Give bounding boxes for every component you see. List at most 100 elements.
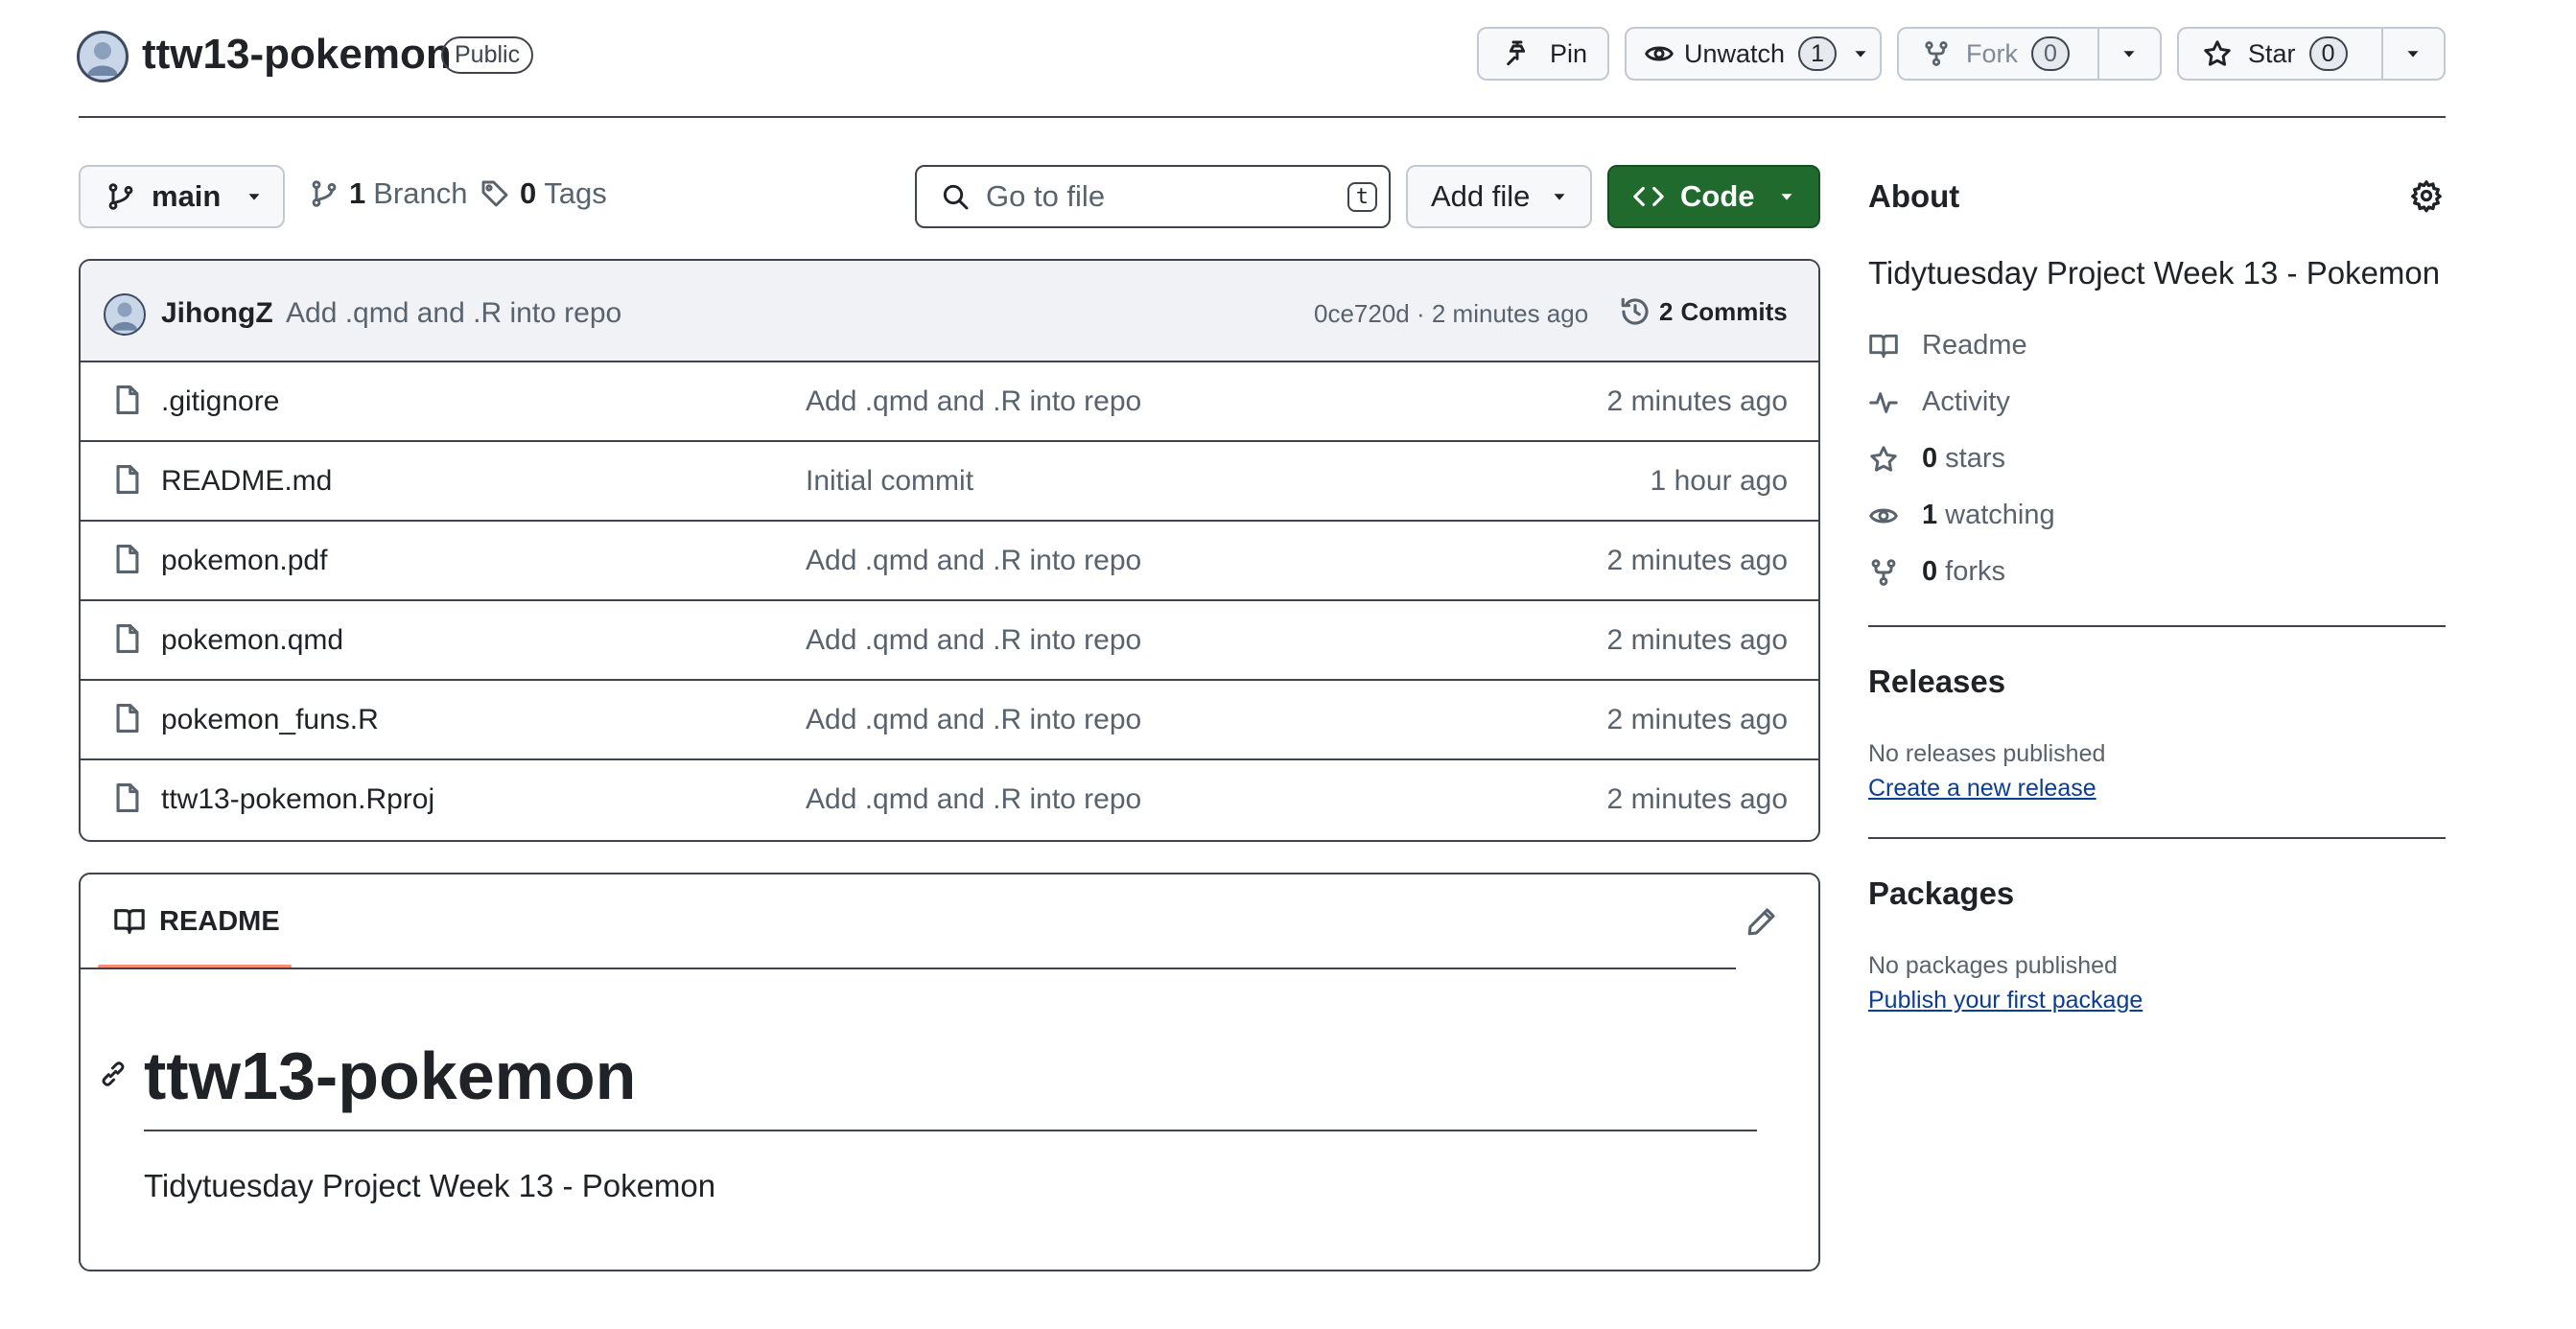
watching-label: watching	[1945, 500, 2055, 530]
chevron-down-icon	[2407, 51, 2419, 58]
branches-link[interactable]: 1 Branch	[309, 176, 467, 211]
file-commit-message[interactable]: Add .qmd and .R into repo	[806, 783, 1141, 816]
file-commit-time: 2 minutes ago	[1606, 783, 1788, 815]
file-icon	[116, 623, 139, 654]
owner-avatar[interactable]	[77, 31, 129, 82]
file-commit-time: 1 hour ago	[1650, 465, 1788, 497]
file-commit-message[interactable]: Add .qmd and .R into repo	[806, 704, 1141, 736]
commit-message[interactable]: Add .qmd and .R into repo	[286, 297, 621, 330]
file-commit-time: 2 minutes ago	[1606, 545, 1788, 576]
star-button-group: Star 0	[2177, 27, 2446, 81]
create-release-link[interactable]: Create a new release	[1868, 775, 2096, 803]
file-name[interactable]: pokemon.pdf	[161, 545, 327, 577]
packages-heading[interactable]: Packages	[1868, 875, 2014, 912]
tags-link[interactable]: 0 Tags	[480, 176, 607, 211]
activity-link-label: Activity	[1922, 386, 2010, 417]
readme-body: Tidytuesday Project Week 13 - Pokemon	[144, 1168, 716, 1203]
commit-author[interactable]: JihongZ	[161, 297, 273, 330]
file-commit-message[interactable]: Add .qmd and .R into repo	[806, 545, 1141, 577]
file-name[interactable]: pokemon.qmd	[161, 624, 343, 657]
commit-hash-time[interactable]: 0ce720d · 2 minutes ago	[1314, 299, 1588, 329]
forks-link[interactable]: 0 forks	[1868, 556, 2005, 588]
file-row[interactable]: pokemon.pdf Add .qmd and .R into repo 2 …	[81, 522, 1818, 601]
file-icon	[116, 782, 139, 813]
visibility-badge: Public	[441, 36, 534, 74]
readme-link[interactable]: Readme	[1868, 330, 2027, 361]
fork-label: Fork	[1966, 38, 2018, 68]
file-icon	[116, 385, 139, 415]
git-branch-icon	[312, 180, 337, 207]
file-commit-time: 2 minutes ago	[1606, 704, 1788, 735]
repo-forked-icon	[1871, 558, 1896, 586]
commit-author-avatar[interactable]	[104, 293, 146, 336]
file-commit-message[interactable]: Initial commit	[806, 465, 973, 498]
code-button[interactable]: Code	[1607, 165, 1820, 228]
file-icon	[116, 464, 139, 495]
repo-name[interactable]: ttw13-pokemon	[142, 31, 452, 79]
search-icon	[943, 184, 969, 210]
fork-dropdown-button[interactable]	[2096, 29, 2160, 79]
chevron-down-icon	[248, 194, 260, 200]
watching-link[interactable]: 1 watching	[1868, 500, 2055, 531]
pencil-icon[interactable]	[1745, 905, 1778, 938]
file-name[interactable]: pokemon_funs.R	[161, 704, 379, 736]
readme-panel: README ttw13-pokemon Tidytuesday Project…	[79, 873, 1820, 1271]
unwatch-button[interactable]: Unwatch 1	[1627, 29, 1871, 79]
eye-icon	[1645, 46, 1674, 61]
git-branch-icon	[108, 183, 133, 210]
page: { "repo": { "name": "ttw13-pokemon", "vi…	[0, 0, 2576, 1329]
file-name[interactable]: README.md	[161, 465, 332, 498]
file-row[interactable]: .gitignore Add .qmd and .R into repo 2 m…	[81, 362, 1818, 442]
tags-count: 0	[520, 176, 537, 210]
stars-count: 0	[1922, 443, 1938, 474]
go-to-file-search[interactable]: Go to file t	[915, 165, 1391, 228]
star-dropdown-button[interactable]	[2380, 29, 2444, 79]
activity-link[interactable]: Activity	[1868, 386, 2010, 418]
watch-count: 1	[1798, 36, 1838, 71]
readme-tab[interactable]: README	[98, 874, 295, 968]
about-description: Tidytuesday Project Week 13 - Pokemon	[1868, 255, 2441, 291]
publish-package-link[interactable]: Publish your first package	[1868, 987, 2143, 1014]
file-browser: JihongZ Add .qmd and .R into repo 0ce720…	[79, 259, 1820, 842]
pin-button[interactable]: Pin	[1477, 27, 1609, 81]
star-count: 0	[2308, 36, 2348, 71]
readme-link-label: Readme	[1922, 330, 2027, 361]
file-name[interactable]: ttw13-pokemon.Rproj	[161, 783, 434, 816]
readme-heading-rule	[144, 1130, 1757, 1131]
forks-count: 0	[1922, 556, 1938, 587]
releases-empty-text: No releases published	[1868, 740, 2106, 767]
branches-count: 1	[349, 176, 366, 210]
file-commit-message[interactable]: Add .qmd and .R into repo	[806, 624, 1141, 657]
code-icon	[1633, 186, 1664, 207]
file-row[interactable]: pokemon.qmd Add .qmd and .R into repo 2 …	[81, 601, 1818, 681]
link-icon[interactable]	[98, 1059, 129, 1089]
add-file-button[interactable]: Add file	[1406, 165, 1592, 228]
packages-empty-text: No packages published	[1868, 952, 2118, 979]
watch-button-group: Unwatch 1	[1625, 27, 1882, 81]
add-file-label: Add file	[1431, 179, 1531, 213]
branch-select-button[interactable]: main	[79, 165, 285, 228]
gear-icon[interactable]	[2409, 178, 2444, 213]
releases-heading[interactable]: Releases	[1868, 664, 2005, 700]
header-divider	[79, 116, 2446, 118]
file-name[interactable]: .gitignore	[161, 385, 279, 418]
fork-button[interactable]: Fork 0	[1899, 29, 2097, 79]
forks-label: forks	[1945, 556, 2005, 587]
file-row[interactable]: pokemon_funs.R Add .qmd and .R into repo…	[81, 681, 1818, 760]
star-icon	[1870, 445, 1897, 472]
star-button[interactable]: Star 0	[2179, 29, 2381, 79]
file-icon	[116, 544, 139, 574]
pin-icon	[1507, 40, 1526, 66]
commits-history-link[interactable]: 2 Commits	[1619, 295, 1788, 328]
tag-icon	[481, 180, 508, 207]
chevron-down-icon	[2123, 51, 2135, 58]
stars-link[interactable]: 0 stars	[1868, 443, 2005, 475]
pulse-icon	[1869, 391, 1898, 413]
search-shortcut-key: t	[1347, 181, 1377, 212]
branches-label: Branch	[373, 176, 468, 210]
file-commit-message[interactable]: Add .qmd and .R into repo	[806, 385, 1141, 418]
file-row[interactable]: README.md Initial commit 1 hour ago	[81, 442, 1818, 522]
file-row[interactable]: ttw13-pokemon.Rproj Add .qmd and .R into…	[81, 760, 1818, 840]
chevron-down-icon	[1855, 51, 1866, 58]
about-heading: About	[1868, 178, 1960, 214]
